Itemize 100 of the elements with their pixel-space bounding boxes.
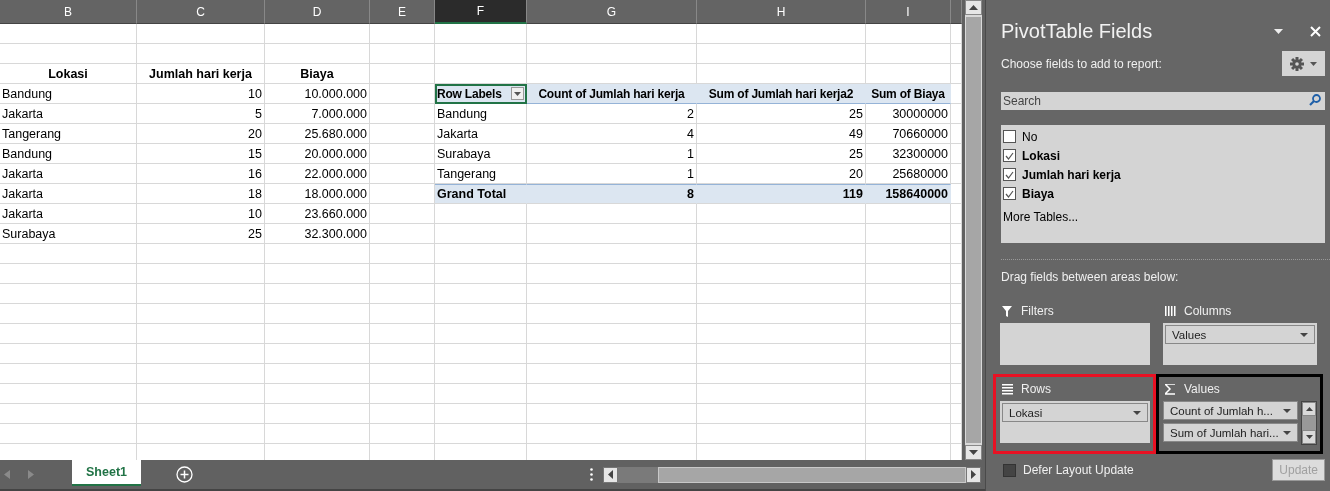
header-cell[interactable]: Count of Jumlah hari kerja <box>527 84 697 104</box>
empty-cell[interactable] <box>951 344 962 364</box>
field-label[interactable]: Biaya <box>1022 186 1055 201</box>
empty-cell[interactable] <box>0 44 137 64</box>
empty-cell[interactable] <box>527 264 697 284</box>
empty-cell[interactable] <box>370 124 435 144</box>
column-header[interactable]: C <box>137 0 265 24</box>
empty-cell[interactable] <box>866 424 951 444</box>
empty-cell[interactable] <box>951 64 962 84</box>
empty-cell[interactable] <box>697 284 866 304</box>
scroll-right-button[interactable] <box>966 466 981 483</box>
empty-cell[interactable] <box>527 204 697 224</box>
empty-cell[interactable] <box>527 44 697 64</box>
empty-cell[interactable] <box>370 104 435 124</box>
empty-cell[interactable] <box>697 384 866 404</box>
checkbox[interactable] <box>1003 463 1016 477</box>
empty-cell[interactable] <box>137 284 265 304</box>
field-pill[interactable]: Values <box>1165 325 1315 344</box>
empty-cell[interactable] <box>435 224 527 244</box>
search-field[interactable]: Search <box>1001 92 1325 110</box>
empty-cell[interactable] <box>697 24 866 44</box>
field-label[interactable]: Jumlah hari kerja <box>1022 167 1121 182</box>
empty-cell[interactable] <box>435 304 527 324</box>
empty-cell[interactable] <box>697 244 866 264</box>
empty-cell[interactable] <box>265 404 370 424</box>
empty-cell[interactable] <box>435 284 527 304</box>
empty-cell[interactable] <box>527 344 697 364</box>
empty-cell[interactable] <box>527 284 697 304</box>
empty-cell[interactable] <box>951 324 962 344</box>
scroll-up-button[interactable] <box>1302 402 1316 416</box>
empty-cell[interactable] <box>370 204 435 224</box>
empty-cell[interactable] <box>137 324 265 344</box>
empty-cell[interactable] <box>265 324 370 344</box>
empty-cell[interactable] <box>137 24 265 44</box>
field-label[interactable]: Lokasi <box>1022 148 1060 163</box>
empty-cell[interactable] <box>697 264 866 284</box>
horizontal-scrollbar[interactable] <box>603 466 981 483</box>
empty-cell[interactable] <box>370 144 435 164</box>
empty-cell[interactable] <box>527 304 697 324</box>
empty-cell[interactable] <box>866 44 951 64</box>
empty-cell[interactable] <box>697 224 866 244</box>
empty-cell[interactable] <box>265 364 370 384</box>
empty-cell[interactable] <box>0 244 137 264</box>
empty-cell[interactable] <box>866 404 951 424</box>
empty-cell[interactable] <box>370 384 435 404</box>
close-icon[interactable] <box>1310 26 1321 37</box>
empty-cell[interactable] <box>137 244 265 264</box>
checkbox[interactable] <box>1003 149 1016 162</box>
empty-cell[interactable] <box>265 264 370 284</box>
empty-cell[interactable] <box>370 344 435 364</box>
field-pill[interactable]: Count of Jumlah h... <box>1163 401 1298 420</box>
header-cell[interactable]: Sum of Biaya <box>866 84 951 104</box>
empty-cell[interactable] <box>527 324 697 344</box>
column-header[interactable]: D <box>265 0 370 24</box>
field-label[interactable]: No <box>1022 129 1038 144</box>
column-header[interactable]: G <box>527 0 697 24</box>
scrollbar-thumb[interactable] <box>618 466 658 483</box>
empty-cell[interactable] <box>137 384 265 404</box>
empty-cell[interactable] <box>370 244 435 264</box>
empty-cell[interactable] <box>435 204 527 224</box>
empty-cell[interactable] <box>370 44 435 64</box>
column-header[interactable]: H <box>697 0 866 24</box>
empty-cell[interactable] <box>435 264 527 284</box>
empty-cell[interactable] <box>370 24 435 44</box>
empty-cell[interactable] <box>0 264 137 284</box>
empty-cell[interactable] <box>370 264 435 284</box>
empty-cell[interactable] <box>866 244 951 264</box>
vertical-scrollbar[interactable] <box>965 0 982 460</box>
scrollbar-thumb[interactable] <box>966 17 981 443</box>
scrollbar-thumb[interactable] <box>1302 416 1316 430</box>
scroll-down-button[interactable] <box>965 445 982 460</box>
empty-cell[interactable] <box>370 324 435 344</box>
empty-cell[interactable] <box>951 284 962 304</box>
empty-cell[interactable] <box>866 284 951 304</box>
empty-cell[interactable] <box>0 404 137 424</box>
empty-cell[interactable] <box>265 24 370 44</box>
empty-cell[interactable] <box>435 44 527 64</box>
empty-cell[interactable] <box>527 404 697 424</box>
empty-cell[interactable] <box>370 364 435 384</box>
empty-cell[interactable] <box>951 424 962 444</box>
empty-cell[interactable] <box>866 324 951 344</box>
empty-cell[interactable] <box>951 404 962 424</box>
empty-cell[interactable] <box>370 64 435 84</box>
empty-cell[interactable] <box>435 364 527 384</box>
empty-cell[interactable] <box>951 184 962 204</box>
empty-cell[interactable] <box>866 24 951 44</box>
empty-cell[interactable] <box>265 384 370 404</box>
empty-cell[interactable] <box>697 204 866 224</box>
empty-cell[interactable] <box>137 44 265 64</box>
empty-cell[interactable] <box>435 24 527 44</box>
empty-cell[interactable] <box>951 44 962 64</box>
empty-cell[interactable] <box>0 324 137 344</box>
empty-cell[interactable] <box>951 244 962 264</box>
empty-cell[interactable] <box>435 404 527 424</box>
empty-cell[interactable] <box>370 404 435 424</box>
dropdown-arrow-icon[interactable] <box>1274 29 1283 34</box>
filter-dropdown-button[interactable] <box>511 87 524 100</box>
checkbox[interactable] <box>1003 187 1016 200</box>
empty-cell[interactable] <box>951 384 962 404</box>
empty-cell[interactable] <box>697 424 866 444</box>
